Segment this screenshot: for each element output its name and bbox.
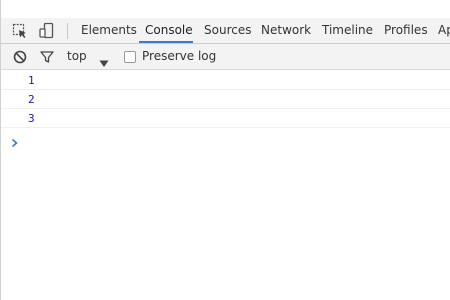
device-mode-icon[interactable]: [38, 22, 56, 40]
inspect-element-icon[interactable]: [11, 22, 29, 40]
filter-icon[interactable]: [39, 49, 55, 65]
tab-console[interactable]: Console: [145, 18, 193, 43]
dropdown-arrow-icon[interactable]: [99, 53, 109, 67]
tab-application[interactable]: Ap: [438, 18, 450, 43]
tab-elements[interactable]: Elements: [81, 18, 137, 43]
preserve-log-label[interactable]: Preserve log: [142, 44, 216, 69]
console-messages: 1 2 3: [1, 71, 450, 300]
console-toolbar: top Preserve log: [1, 44, 450, 70]
console-message-text: 3: [28, 112, 35, 125]
clear-console-icon[interactable]: [12, 49, 28, 65]
prompt-chevron-icon: [11, 133, 19, 148]
toolbar-separator: [67, 23, 68, 39]
console-message: 1: [1, 71, 450, 90]
devtools-window: Elements Console Sources Network Timelin…: [0, 0, 450, 300]
tab-sources[interactable]: Sources: [204, 18, 251, 43]
panel-tab-bar: Elements Console Sources Network Timelin…: [1, 18, 450, 44]
console-message: 2: [1, 90, 450, 109]
console-message-text: 2: [28, 93, 35, 106]
preserve-log-checkbox[interactable]: [124, 51, 136, 63]
tab-timeline[interactable]: Timeline: [322, 18, 373, 43]
console-input[interactable]: [28, 129, 438, 147]
console-message-text: 1: [28, 74, 35, 87]
tab-profiles[interactable]: Profiles: [384, 18, 428, 43]
console-prompt[interactable]: [1, 128, 450, 148]
execution-context-select[interactable]: top: [67, 44, 87, 69]
tab-network[interactable]: Network: [261, 18, 311, 43]
active-tab-indicator: [139, 41, 193, 43]
console-message: 3: [1, 109, 450, 128]
